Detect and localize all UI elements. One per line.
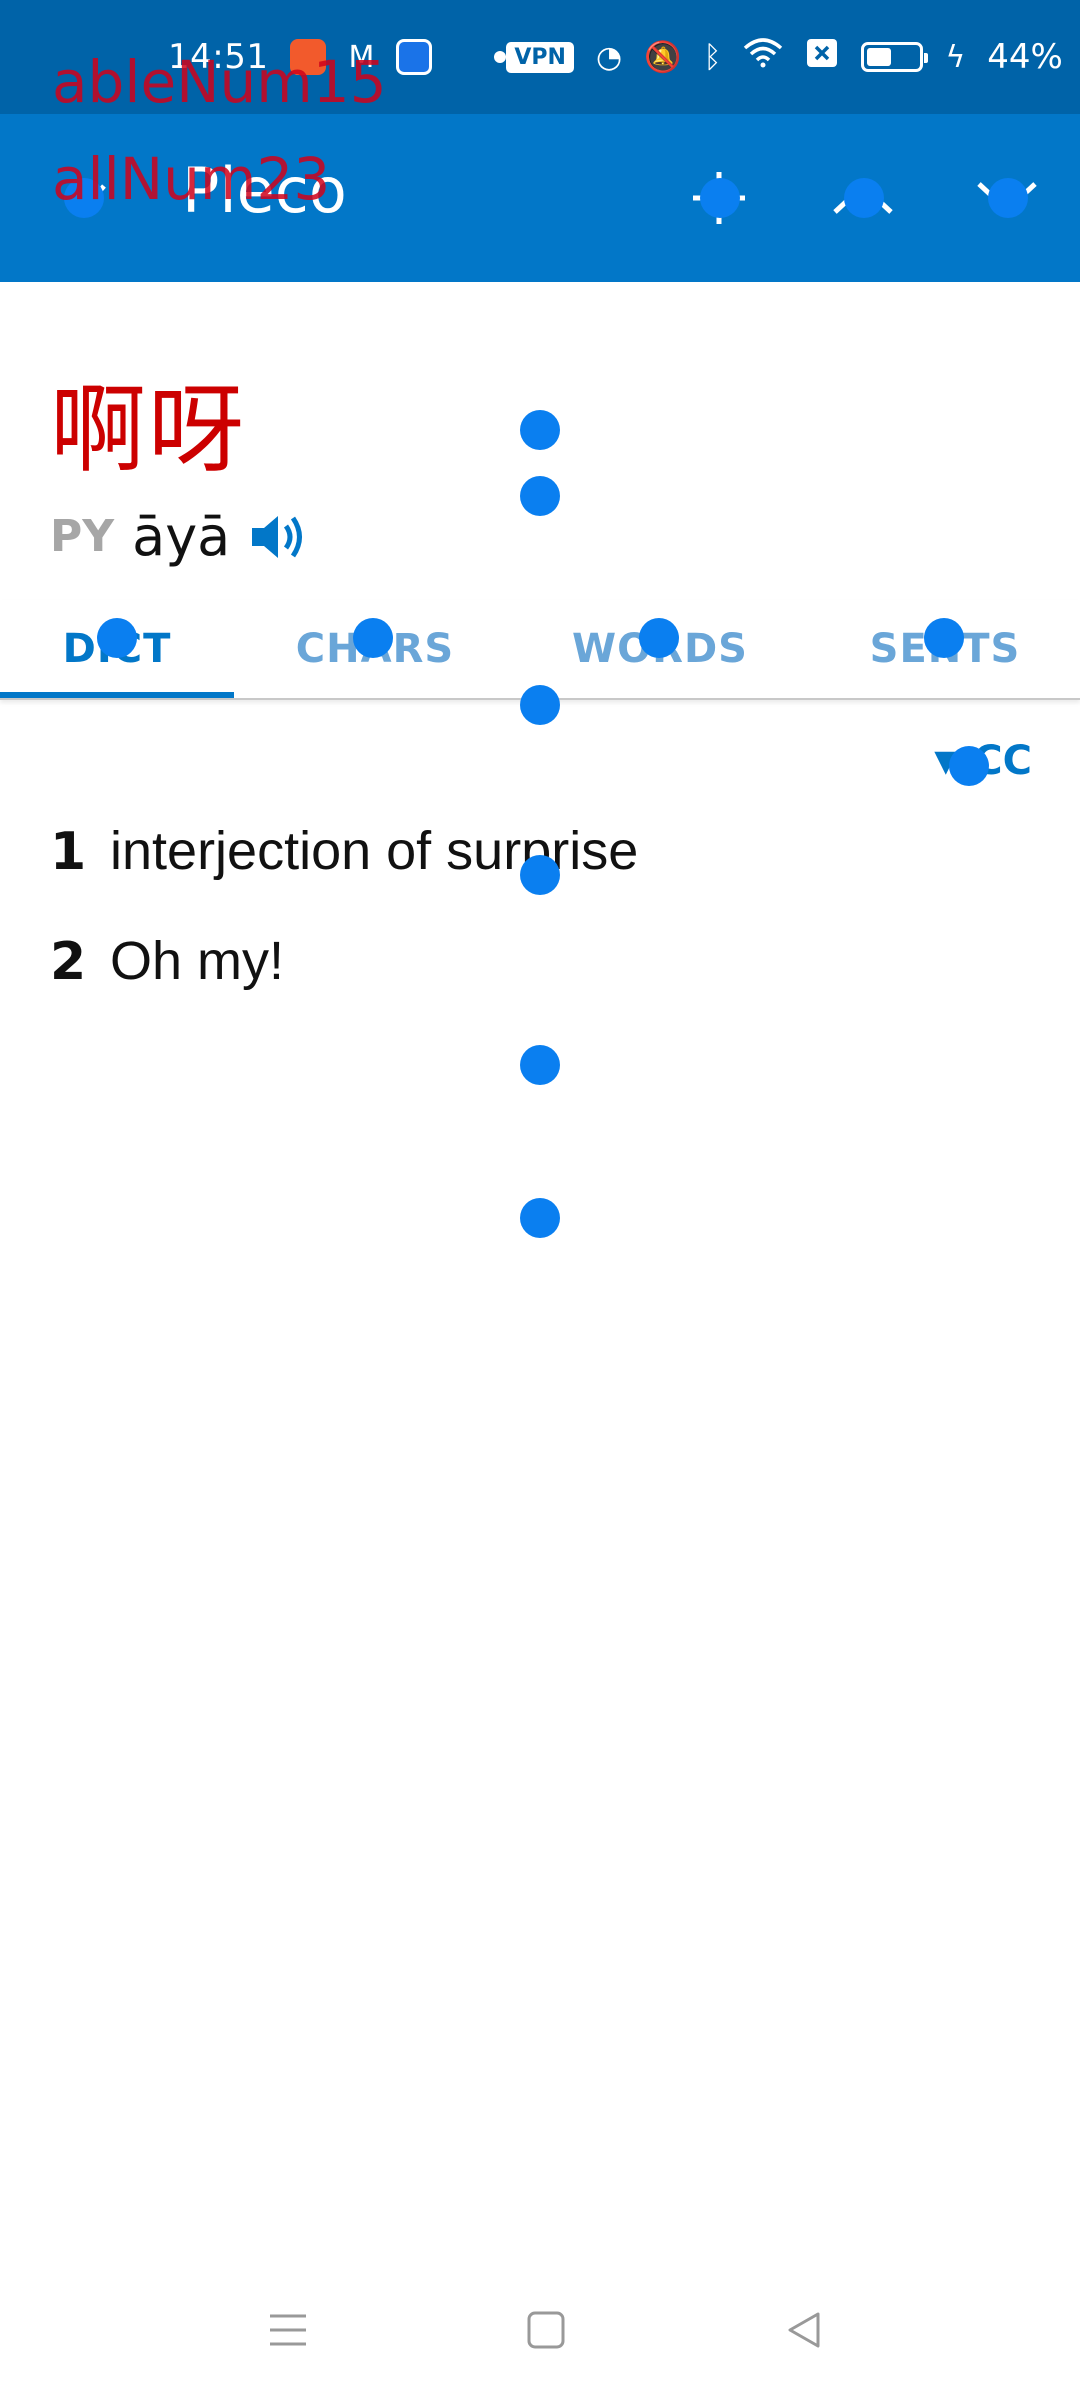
wifi-icon xyxy=(743,38,783,76)
pinyin-text[interactable]: āyā xyxy=(132,505,230,568)
touch-dot xyxy=(64,178,104,218)
touch-dot xyxy=(520,410,560,450)
touch-dot xyxy=(520,685,560,725)
definition-number: 1 xyxy=(50,822,87,882)
gmail-icon: M xyxy=(348,39,375,75)
back-icon[interactable] xyxy=(754,2290,854,2370)
definition-list: 1 interjection of surprise 2 Oh my! xyxy=(50,820,1030,1040)
pinyin-row: PY āyā xyxy=(50,505,308,568)
touch-dot xyxy=(949,746,989,786)
vpn-icon: VPN xyxy=(506,41,574,73)
touch-dot xyxy=(988,178,1028,218)
system-nav-bar xyxy=(0,2260,1080,2400)
touch-dot xyxy=(97,618,137,658)
headword[interactable]: 啊呀 xyxy=(50,352,246,491)
touch-dot xyxy=(924,618,964,658)
definition-number: 2 xyxy=(50,932,87,992)
bluetooth-icon: ᛒ xyxy=(703,39,722,75)
battery-icon xyxy=(861,42,929,72)
battery-percentage: 44% xyxy=(987,37,1063,77)
speed-icon: ◔ xyxy=(595,39,623,75)
kuaishou-app-icon xyxy=(290,39,327,75)
touch-dot xyxy=(520,476,560,516)
home-icon[interactable] xyxy=(496,2290,596,2370)
touch-dot xyxy=(639,618,679,658)
speaker-icon[interactable] xyxy=(248,510,308,564)
pinyin-tag: PY xyxy=(50,511,115,562)
app-title: Pleco xyxy=(182,154,347,227)
definition-item[interactable]: 2 Oh my! xyxy=(50,930,1030,1040)
status-bar: 14:51 M VPN ◔ 🔕 ᛒ ϟ 44% xyxy=(0,0,1080,114)
google-app-icon xyxy=(396,39,433,75)
mute-icon: 🔕 xyxy=(644,39,682,75)
touch-dot xyxy=(844,178,884,218)
active-tab-indicator xyxy=(0,692,234,698)
status-time: 14:51 xyxy=(168,37,269,77)
touch-dot xyxy=(520,1198,560,1238)
touch-dot xyxy=(700,178,740,218)
definition-text: Oh my! xyxy=(110,931,285,991)
app-bar: Pleco xyxy=(0,114,1080,282)
sim-off-icon xyxy=(805,37,839,77)
touch-dot xyxy=(520,855,560,895)
touch-dot xyxy=(353,618,393,658)
touch-dot xyxy=(520,1045,560,1085)
recents-menu-icon[interactable] xyxy=(238,2290,338,2370)
notification-dot-icon xyxy=(494,51,507,63)
charging-icon: ϟ xyxy=(945,39,966,75)
